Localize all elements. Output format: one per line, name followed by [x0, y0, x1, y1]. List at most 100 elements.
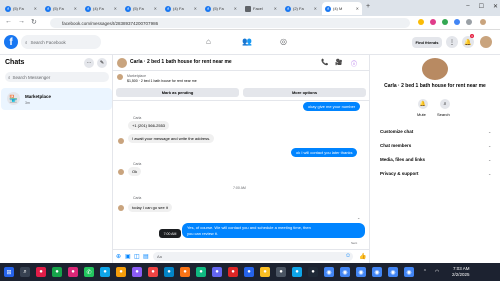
browser-tab[interactable]: f (5) Fa ✕ — [2, 2, 40, 15]
app-icon[interactable]: ● — [292, 267, 302, 277]
facebook-logo-icon[interactable]: f — [4, 35, 18, 49]
extension-icon[interactable] — [418, 19, 424, 25]
section-media-files-links[interactable]: Media, files and links — [380, 157, 425, 162]
extension-icon[interactable] — [442, 19, 448, 25]
close-icon[interactable]: ✕ — [74, 6, 77, 11]
close-icon[interactable]: ✕ — [114, 6, 117, 11]
bell-icon[interactable]: 🔔 — [418, 99, 428, 109]
new-tab-icon[interactable]: + — [366, 3, 370, 10]
conversation-title[interactable]: Carla · 2 bed 1 bath house for rent near… — [130, 59, 232, 65]
taskbar-clock[interactable]: 7:03 AM 2/2/2025 — [452, 266, 470, 278]
messenger-search-input[interactable]: ⌕ Search Messenger — [5, 72, 109, 82]
avatar[interactable] — [118, 169, 124, 175]
info-icon[interactable]: ⓘ — [351, 59, 357, 68]
browser-tab[interactable]: f (4) Fa ✕ — [162, 2, 200, 15]
browser-tab[interactable]: f (5) Fa ✕ — [202, 2, 240, 15]
chevron-down-icon[interactable]: ⌄ — [488, 129, 491, 134]
reload-icon[interactable]: ↻ — [31, 18, 37, 26]
app-icon[interactable]: ● — [148, 267, 158, 277]
avatar[interactable] — [480, 36, 492, 48]
extension-icon[interactable] — [430, 19, 436, 25]
chrome-icon[interactable]: ◉ — [340, 267, 350, 277]
app-icon[interactable]: ● — [52, 267, 62, 277]
find-friends-button[interactable]: Find friends — [412, 37, 442, 48]
section-chat-members[interactable]: Chat members — [380, 143, 411, 148]
chrome-icon[interactable]: ◉ — [404, 267, 414, 277]
app-icon[interactable]: ● — [276, 267, 286, 277]
phone-icon[interactable]: 📞 — [321, 59, 328, 66]
browser-tab[interactable]: f (5) Fa ✕ — [122, 2, 160, 15]
minimize-icon[interactable]: – — [466, 3, 469, 10]
app-icon[interactable]: ● — [212, 267, 222, 277]
profile-icon[interactable] — [466, 19, 472, 25]
search-icon[interactable]: ⌕ — [20, 267, 30, 277]
browser-tab[interactable]: f (4) Fa ✕ — [82, 2, 120, 15]
maximize-icon[interactable]: ☐ — [479, 3, 484, 10]
app-icon[interactable]: ● — [132, 267, 142, 277]
close-icon[interactable]: ✕ — [314, 6, 317, 11]
back-icon[interactable]: ← — [5, 18, 12, 25]
listing-text[interactable]: $1,500 · 2 bed 1 bath house for rent nea… — [127, 79, 197, 83]
chevron-down-icon[interactable]: ⌄ — [488, 143, 491, 148]
section-customize-chat[interactable]: Customize chat — [380, 129, 413, 134]
friends-icon[interactable]: 👥 — [242, 37, 252, 46]
close-icon[interactable]: ✕ — [234, 6, 237, 11]
facebook-search-input[interactable]: ⌕ Search Facebook — [21, 35, 101, 49]
avatar[interactable] — [480, 19, 486, 25]
app-icon[interactable]: ● — [228, 267, 238, 277]
close-icon[interactable]: ✕ — [356, 6, 359, 11]
message-outgoing[interactable]: ok I will contact you later thanks — [291, 148, 358, 157]
app-icon[interactable]: ● — [196, 267, 206, 277]
plus-icon[interactable]: ⊕ — [116, 253, 121, 260]
more-options-button[interactable]: More options — [243, 88, 366, 97]
tray-chevron-icon[interactable]: ⌃ — [420, 267, 430, 277]
start-icon[interactable]: ⊞ — [4, 267, 14, 277]
message-incoming[interactable]: I await your message and write the addre… — [128, 134, 215, 143]
message-outgoing[interactable]: Yes, of course. We will contact you and … — [182, 223, 365, 238]
chrome-icon[interactable]: ◉ — [324, 267, 334, 277]
browser-tab[interactable]: f (5) Fa ✕ — [42, 2, 80, 15]
close-window-icon[interactable]: ✕ — [493, 3, 498, 10]
app-icon[interactable]: ● — [308, 267, 318, 277]
extension-icon[interactable] — [454, 19, 460, 25]
avatar[interactable] — [117, 58, 127, 68]
groups-icon[interactable]: ◎ — [280, 37, 287, 46]
mark-as-pending-button[interactable]: Mark as pending — [116, 88, 239, 97]
app-icon[interactable]: ● — [244, 267, 254, 277]
chevron-down-icon[interactable]: ⌄ — [488, 157, 491, 162]
message-incoming[interactable]: Ok — [128, 167, 142, 176]
url-field[interactable]: facebook.com/messages/t/2838937420070798… — [50, 18, 410, 28]
close-icon[interactable]: ✕ — [34, 6, 37, 11]
video-icon[interactable]: 🎥 — [335, 59, 342, 66]
app-icon[interactable]: ● — [36, 267, 46, 277]
like-icon[interactable]: 👍 — [359, 253, 366, 260]
browser-tab[interactable]: f (2) Fa ✕ — [282, 2, 320, 15]
sticker-icon[interactable]: ◫ — [134, 253, 140, 260]
app-icon[interactable]: ● — [164, 267, 174, 277]
message-input[interactable]: Aa — [153, 252, 353, 261]
avatar[interactable] — [118, 138, 124, 144]
emoji-icon[interactable]: ☺ — [345, 253, 351, 259]
chrome-icon[interactable]: ◉ — [356, 267, 366, 277]
app-icon[interactable]: ● — [260, 267, 270, 277]
app-icon[interactable]: ● — [180, 267, 190, 277]
whatsapp-icon[interactable]: ✆ — [84, 267, 94, 277]
close-icon[interactable]: ✕ — [154, 6, 157, 11]
message-incoming[interactable]: +1 (201) 566-2553 — [128, 121, 170, 130]
search-icon[interactable]: ⌕ — [440, 99, 450, 109]
wifi-icon[interactable]: ◠ — [432, 267, 442, 277]
message-outgoing[interactable]: okay give me your number — [303, 102, 361, 111]
app-icon[interactable]: ● — [68, 267, 78, 277]
forward-icon[interactable]: → — [18, 18, 25, 25]
gif-icon[interactable]: ▤ — [143, 253, 149, 260]
app-icon[interactable]: ● — [100, 267, 110, 277]
chat-list-item-marketplace[interactable]: 🏪 Marketplace 3m — [1, 88, 112, 110]
browser-tab[interactable]: Facel ✕ — [242, 2, 280, 15]
image-icon[interactable]: ▣ — [125, 253, 131, 260]
avatar[interactable] — [118, 205, 124, 211]
avatar[interactable] — [422, 58, 448, 80]
more-icon[interactable]: ⋯ — [84, 58, 94, 68]
menu-grid-icon[interactable]: ⋮ — [446, 36, 458, 48]
chrome-icon[interactable]: ◉ — [372, 267, 382, 277]
app-icon[interactable]: ● — [116, 267, 126, 277]
